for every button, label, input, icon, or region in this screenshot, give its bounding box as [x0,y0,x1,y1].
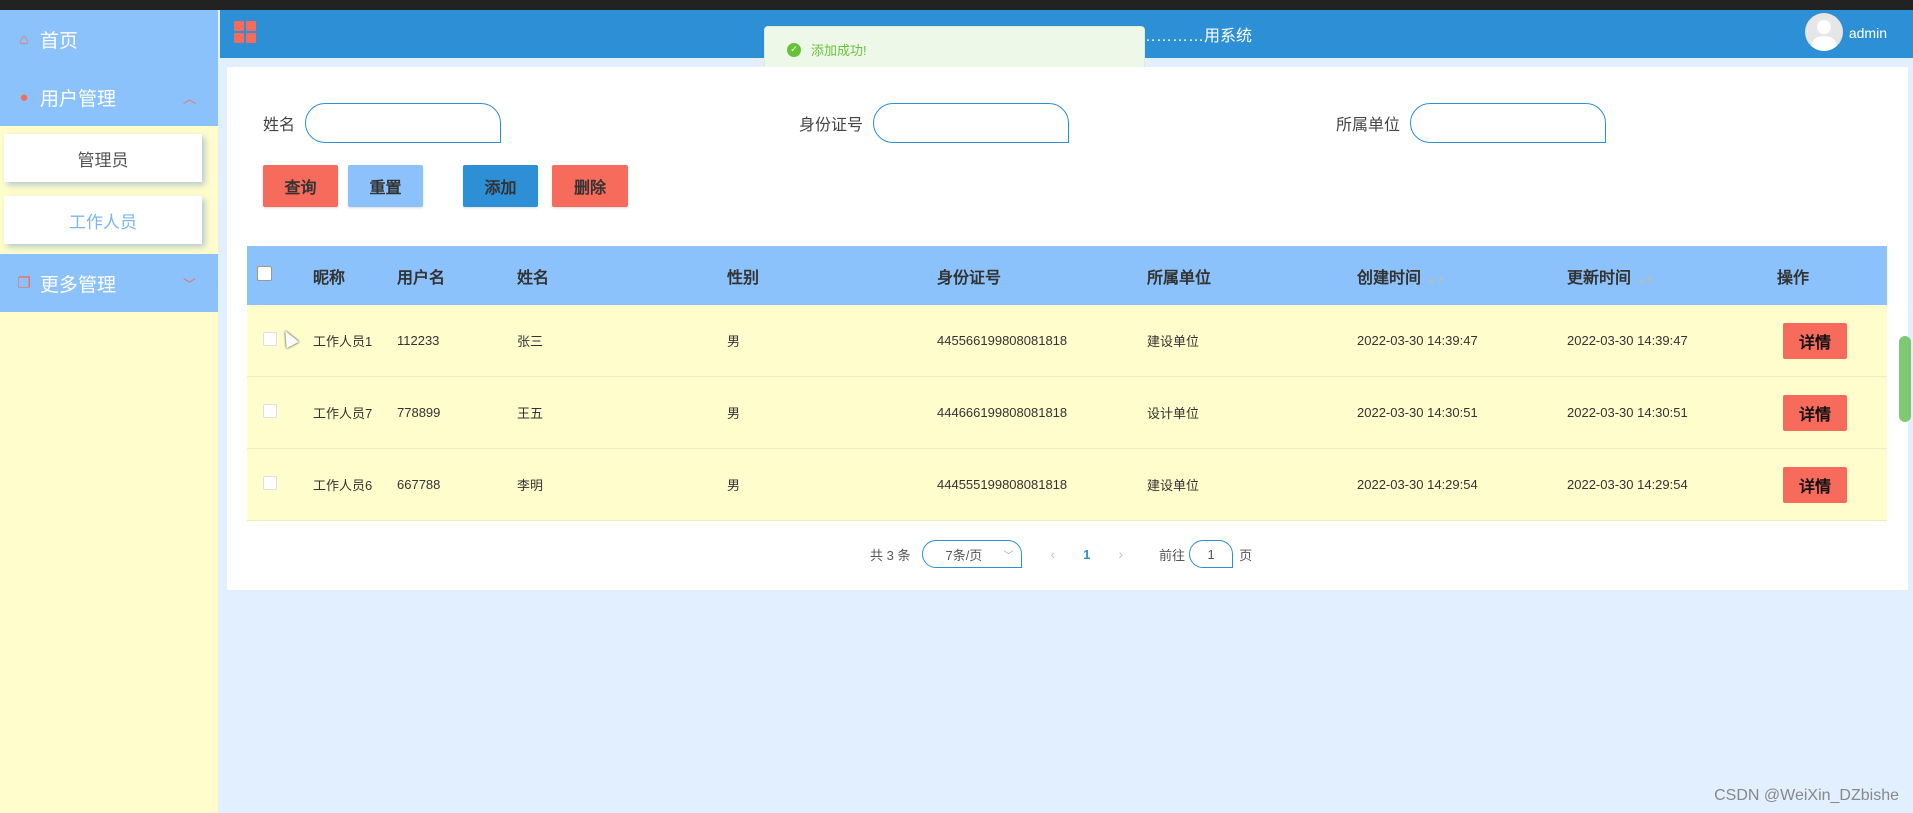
app-title: …………用系统 [1140,28,1253,45]
sidebar-item-home[interactable]: ⌂ 首页 [0,10,218,68]
chevron-up-icon: ︿ [182,90,196,106]
avatar[interactable] [1805,13,1843,51]
name-input[interactable] [305,103,502,143]
table-row: 工作人员7 778899 王五 男 444666199808081818 设计单… [247,377,1887,449]
goto-page-input[interactable]: 1 [1189,540,1234,568]
pagination: 共 3 条 7条/页 ﹀ ‹ 1 › 前往 1 页 [870,540,1252,568]
sidebar-item-label: 首页 [40,30,79,52]
cell-updated: 2022-03-30 14:30:51 [1567,405,1688,420]
cell-unit: 建设单位 [1147,478,1200,493]
cell-username: 778899 [397,405,441,420]
column-header: 身份证号 [937,269,1002,287]
watermark: CSDN @WeiXin_DZbishe [1714,787,1899,804]
cell-nickname: 工作人员6 [313,478,373,493]
page-size-select[interactable]: 7条/页 ﹀ [922,540,1023,568]
cell-nickname: 工作人员7 [313,406,373,421]
window-top-bar [0,0,1913,10]
cell-updated: 2022-03-30 14:29:54 [1567,477,1688,492]
sidebar-item-label: 更多管理 [40,274,117,296]
menu-grid-icon[interactable] [234,21,256,43]
page-number-current[interactable]: 1 [1083,547,1090,562]
detail-button[interactable]: 详情 [1783,466,1847,503]
cell-name: 张三 [517,334,544,349]
staff-table: 昵称 用户名 姓名 性别 身份证号 所属单位 创建时间 ▲▼ 更新时间 ▲▼ 操作 … [247,246,1887,521]
sidebar-subitem-staff[interactable]: 工作人员 [0,188,218,252]
user-icon: ● [19,88,29,106]
detail-button[interactable]: 详情 [1783,394,1847,431]
column-header: 姓名 [517,269,550,287]
check-circle-icon: ✓ [787,42,801,57]
column-header: 昵称 [313,269,346,287]
table-header-row: 昵称 用户名 姓名 性别 身份证号 所属单位 创建时间 ▲▼ 更新时间 ▲▼ 操作 [247,246,1887,305]
sortable-column-header[interactable]: 创建时间 ▲▼ [1357,264,1567,288]
query-button[interactable]: 查询 [263,165,338,207]
cell-unit: 建设单位 [1147,334,1200,349]
sidebar-item-more-management[interactable]: ❐ 更多管理 ﹀ [0,254,218,312]
page-size-value: 7条/页 [945,547,983,563]
sortable-column-header[interactable]: 更新时间 ▲▼ [1567,264,1777,288]
row-checkbox[interactable] [263,404,277,418]
table-row: 工作人员6 667788 李明 男 444555199808081818 建设单… [247,449,1887,521]
cell-nickname: 工作人员1 [313,334,373,349]
sort-icon[interactable]: ▲▼ [1427,275,1445,285]
success-toast: ✓ 添加成功! [764,26,1145,73]
row-checkbox[interactable] [263,476,277,490]
sidebar-subitem-label: 工作人员 [4,196,202,244]
username[interactable]: admin [1849,25,1887,41]
column-header-label: 创建时间 [1357,269,1422,287]
toast-message: 添加成功! [811,43,867,58]
sidebar: ⌂ 首页 ● 用户管理 ︿ 管理员 工作人员 ❐ 更多管理 ﹀ [0,10,218,813]
table-row: 工作人员1 112233 张三 男 445566199808081818 建设单… [247,305,1887,377]
chevron-down-icon: ﹀ [1003,550,1014,562]
sidebar-item-user-management[interactable]: ● 用户管理 ︿ [0,68,218,126]
delete-button[interactable]: 删除 [552,165,628,207]
sidebar-subitem-label: 管理员 [4,134,202,182]
sidebar-subitem-admin[interactable]: 管理员 [0,126,218,190]
cell-gender: 男 [727,406,741,421]
cell-username: 112233 [397,333,440,348]
home-icon: ⌂ [19,30,29,48]
add-button[interactable]: 添加 [463,165,538,207]
unit-label: 所属单位 [1336,117,1401,134]
column-header: 性别 [727,269,760,287]
prev-page-icon[interactable]: ‹ [1050,546,1055,562]
cell-username: 667788 [397,477,441,492]
copy-icon: ❐ [17,275,31,292]
sidebar-item-label: 用户管理 [40,88,117,110]
cell-name: 李明 [517,478,544,493]
sort-icon[interactable]: ▲▼ [1637,275,1655,285]
next-page-icon[interactable]: › [1118,546,1123,562]
detail-button[interactable]: 详情 [1783,322,1847,359]
cell-id-number: 444555199808081818 [937,477,1068,492]
id-label: 身份证号 [799,117,864,134]
cell-created: 2022-03-30 14:30:51 [1357,405,1478,420]
chevron-down-icon: ﹀ [182,276,196,292]
id-search-field: 身份证号 [799,103,1070,143]
name-search-field: 姓名 [263,103,502,143]
column-header: 操作 [1777,269,1810,287]
cell-id-number: 445566199808081818 [937,333,1068,348]
cell-gender: 男 [727,334,741,349]
scrollbar-thumb[interactable] [1899,336,1911,422]
cell-updated: 2022-03-30 14:39:47 [1567,333,1688,348]
cell-id-number: 444666199808081818 [937,405,1068,420]
cell-created: 2022-03-30 14:29:54 [1357,477,1478,492]
total-count: 共 3 条 [870,547,911,563]
goto-unit: 页 [1239,547,1253,563]
unit-search-field: 所属单位 [1336,103,1607,143]
reset-button[interactable]: 重置 [348,165,423,207]
cell-name: 王五 [517,406,544,421]
column-header-label: 更新时间 [1567,269,1632,287]
unit-input[interactable] [1410,103,1607,143]
cell-gender: 男 [727,478,741,493]
column-header: 用户名 [397,269,446,287]
select-all-checkbox[interactable] [257,265,272,281]
column-header: 所属单位 [1147,269,1212,287]
row-checkbox[interactable] [263,332,277,346]
cell-created: 2022-03-30 14:39:47 [1357,333,1478,348]
cell-unit: 设计单位 [1147,406,1200,421]
id-number-input[interactable] [873,103,1070,143]
name-label: 姓名 [263,117,296,134]
goto-label: 前往 [1159,547,1186,563]
